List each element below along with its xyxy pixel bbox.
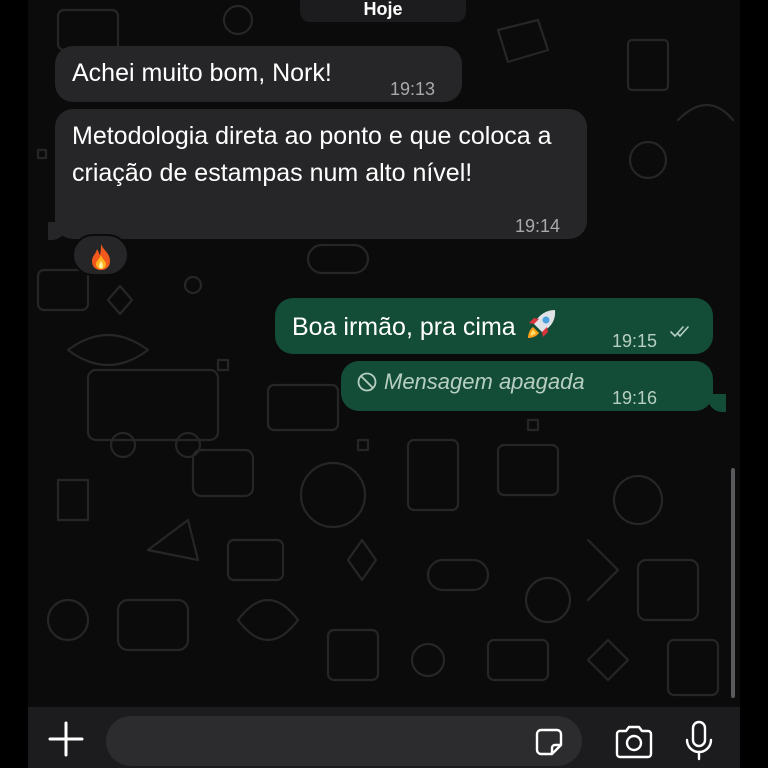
deleted-message-bubble[interactable]: Mensagem apagada 19:16	[341, 361, 713, 411]
message-time: 19:14	[515, 216, 561, 236]
message-time: 19:13	[390, 79, 436, 99]
plus-icon[interactable]	[46, 719, 86, 759]
rocket-emoji-icon	[527, 310, 555, 338]
message-input[interactable]	[106, 716, 582, 766]
deleted-message-label: Mensagem apagada	[384, 369, 585, 394]
message-text: Boa irmão, pra cima	[292, 313, 516, 341]
chat-area[interactable]: Hoje Achei muito bom, Nork! 19:13 Metodo…	[28, 0, 740, 707]
fire-emoji-icon	[91, 244, 110, 270]
message-text: Metodologia direta ao ponto e que coloca…	[72, 122, 552, 187]
blocked-icon	[357, 372, 377, 392]
microphone-icon[interactable]	[682, 719, 716, 763]
message-bubble-incoming[interactable]: Metodologia direta ao ponto e que coloca…	[55, 109, 587, 239]
read-double-check-icon	[670, 326, 689, 338]
message-time: 19:15	[612, 331, 658, 351]
scrollbar[interactable]	[731, 468, 735, 698]
message-bubble-incoming[interactable]: Achei muito bom, Nork! 19:13	[55, 46, 462, 102]
camera-icon[interactable]	[613, 723, 655, 761]
message-bubble-outgoing[interactable]: Boa irmão, pra cima 19:15	[275, 298, 713, 354]
message-text: Achei muito bom, Nork!	[72, 59, 332, 87]
sticker-icon[interactable]	[532, 725, 566, 759]
date-separator: Hoje	[300, 0, 466, 22]
composer-bar	[28, 707, 740, 768]
reaction-badge[interactable]	[72, 234, 129, 276]
message-time: 19:16	[612, 388, 658, 408]
